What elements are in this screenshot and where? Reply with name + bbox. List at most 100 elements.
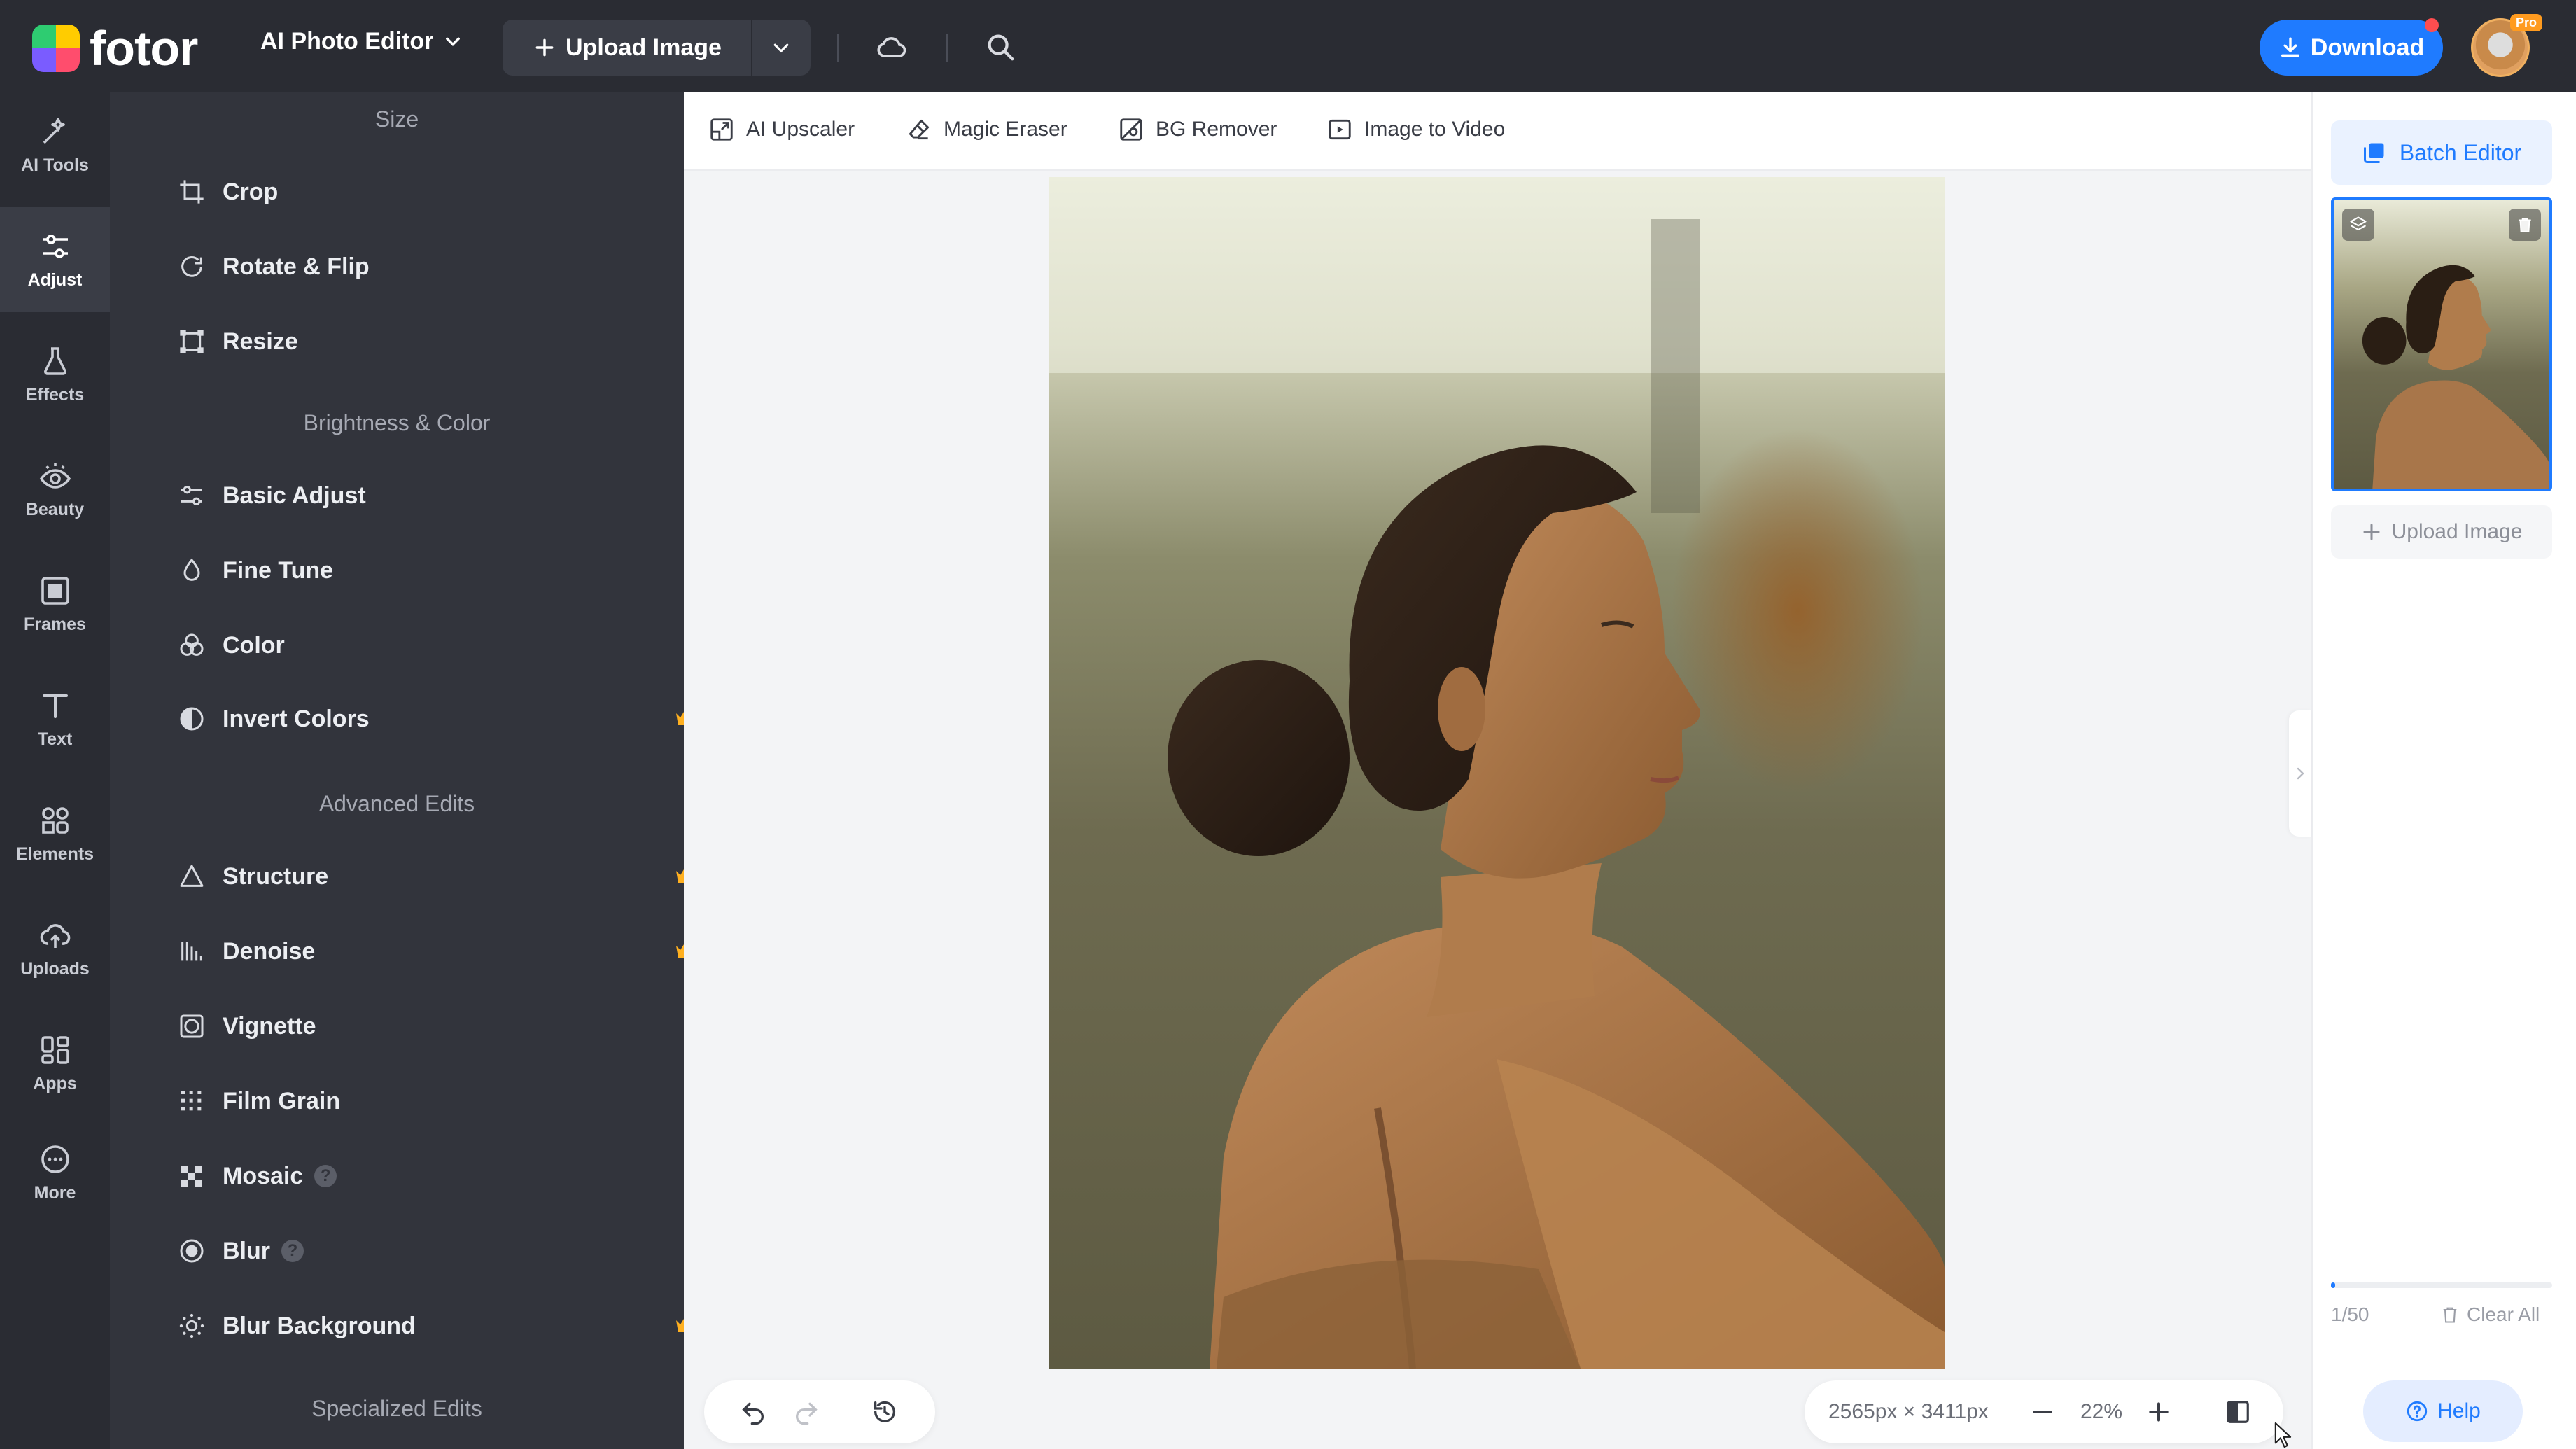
- rail-item-ai-tools[interactable]: AI Tools: [0, 92, 110, 197]
- ai-upscaler-button[interactable]: AI Upscaler: [708, 116, 855, 143]
- tool-label: Color: [223, 631, 285, 659]
- tool-fine-tune[interactable]: Fine Tune: [176, 539, 740, 602]
- tool-color[interactable]: Color: [176, 614, 740, 677]
- chevron-down-icon: [446, 37, 461, 46]
- download-label: Download: [2310, 34, 2425, 61]
- rail-label: Uploads: [20, 958, 90, 979]
- video-icon: [1329, 119, 1351, 140]
- chevron-right-icon: [2297, 767, 2304, 780]
- tool-blur[interactable]: Blur ?: [176, 1219, 740, 1282]
- logo-text: fotor: [90, 21, 198, 76]
- help-button[interactable]: Help: [2363, 1380, 2523, 1442]
- trash-icon[interactable]: [2509, 209, 2541, 241]
- tool-film-grain[interactable]: Film Grain: [176, 1070, 740, 1133]
- tool-label: Blur Background: [223, 1312, 416, 1339]
- image-dimensions: 2565px × 3411px: [1828, 1400, 1989, 1423]
- color-circles-icon: [180, 634, 204, 656]
- undo-icon[interactable]: [739, 1398, 767, 1426]
- upload-image-button[interactable]: Upload Image: [503, 20, 751, 76]
- clear-all-button[interactable]: Clear All: [2440, 1303, 2540, 1326]
- tool-label: Basic Adjust: [223, 482, 366, 509]
- batch-upload-label: Upload Image: [2391, 520, 2523, 543]
- tool-label: Fine Tune: [223, 556, 334, 584]
- chevron-down-icon: [774, 43, 789, 53]
- eye-icon: [39, 463, 71, 489]
- clear-all-label: Clear All: [2467, 1303, 2540, 1325]
- rail-item-beauty[interactable]: Beauty: [0, 437, 110, 542]
- batch-upload-image-button[interactable]: Upload Image: [2331, 505, 2552, 559]
- download-icon: [2281, 37, 2300, 57]
- bg-remover-icon: [1120, 118, 1142, 141]
- tool-resize[interactable]: Resize: [176, 310, 740, 373]
- fotor-logo[interactable]: fotor: [32, 21, 198, 76]
- vignette-icon: [180, 1014, 204, 1038]
- sliders-icon: [181, 486, 202, 505]
- tool-structure[interactable]: Structure: [176, 845, 740, 908]
- image-thumbnail[interactable]: [2331, 197, 2552, 491]
- editor-mode-label: AI Photo Editor: [260, 28, 434, 55]
- shapes-icon: [41, 806, 69, 834]
- tool-vignette[interactable]: Vignette: [176, 995, 740, 1058]
- bg-remover-label: BG Remover: [1156, 118, 1278, 141]
- flask-icon: [43, 346, 66, 375]
- reset-history-icon[interactable]: [871, 1398, 899, 1426]
- tool-invert-colors[interactable]: Invert Colors: [176, 687, 743, 750]
- rail-item-elements[interactable]: Elements: [0, 781, 110, 886]
- tool-label: Structure: [223, 862, 329, 890]
- tool-denoise[interactable]: Denoise: [176, 920, 740, 983]
- help-question-icon[interactable]: ?: [314, 1165, 337, 1187]
- upload-image-group: Upload Image: [503, 20, 811, 76]
- bg-remover-button[interactable]: BG Remover: [1118, 116, 1277, 143]
- batch-editor-button[interactable]: Batch Editor: [2331, 120, 2552, 185]
- tool-label: Rotate & Flip: [223, 253, 370, 280]
- zoom-out-icon[interactable]: [2029, 1398, 2057, 1426]
- help-question-icon[interactable]: ?: [281, 1240, 304, 1262]
- tool-mosaic[interactable]: Mosaic ?: [176, 1144, 740, 1208]
- redo-icon[interactable]: [792, 1398, 820, 1426]
- zoom-in-icon[interactable]: [2145, 1398, 2173, 1426]
- rotate-icon: [181, 256, 202, 277]
- rail-label: Text: [37, 729, 73, 749]
- rail-item-effects[interactable]: Effects: [0, 322, 110, 427]
- image-to-video-button[interactable]: Image to Video: [1326, 116, 1505, 143]
- editor-mode-dropdown[interactable]: AI Photo Editor: [260, 28, 463, 55]
- top-divider: [946, 34, 948, 62]
- rail-item-apps[interactable]: Apps: [0, 1011, 110, 1116]
- fotor-logo-mark: [32, 24, 80, 72]
- cloud-icon[interactable]: [875, 31, 909, 64]
- rail-item-adjust[interactable]: Adjust: [0, 207, 110, 312]
- more-dots-icon: [41, 1144, 69, 1173]
- upload-options-button[interactable]: [752, 37, 811, 58]
- search-icon[interactable]: [984, 31, 1016, 63]
- rail-item-frames[interactable]: Frames: [0, 552, 110, 657]
- download-button[interactable]: Download: [2260, 20, 2443, 76]
- magic-eraser-button[interactable]: Magic Eraser: [906, 116, 1068, 143]
- eraser-icon: [909, 119, 930, 140]
- tool-crop[interactable]: Crop: [176, 160, 740, 223]
- section-title-specialized: Specialized Edits: [312, 1396, 482, 1421]
- photo-canvas[interactable]: [1049, 177, 1945, 1368]
- tool-blur-background[interactable]: Blur Background: [176, 1294, 740, 1357]
- batch-count: 1/50: [2331, 1303, 2370, 1325]
- zoom-level[interactable]: 22%: [2080, 1400, 2122, 1424]
- blur-background-icon: [179, 1313, 204, 1338]
- rail-item-more[interactable]: More: [0, 1120, 110, 1225]
- tool-label: Mosaic: [223, 1162, 304, 1189]
- tool-label: Crop: [223, 178, 279, 205]
- tool-label: Vignette: [223, 1012, 316, 1040]
- expand-right-panel-button[interactable]: [2289, 710, 2311, 836]
- tool-basic-adjust[interactable]: Basic Adjust: [176, 464, 740, 527]
- rail-item-uploads[interactable]: Uploads: [0, 896, 110, 1001]
- tool-rotate-flip[interactable]: Rotate & Flip: [176, 235, 740, 298]
- left-rail: AI Tools Adjust Effects Beauty Frames Te…: [0, 92, 110, 1449]
- rail-label: Effects: [25, 384, 85, 405]
- crop-icon: [180, 180, 204, 204]
- blur-icon: [180, 1239, 204, 1263]
- zoom-controls: 2565px × 3411px 22%: [1805, 1380, 2283, 1443]
- rail-item-text[interactable]: Text: [0, 666, 110, 771]
- layers-icon[interactable]: [2342, 209, 2374, 241]
- woman-profile-illustration: [1049, 177, 1945, 1368]
- pro-badge: Pro: [2510, 14, 2543, 31]
- plus-icon: [536, 38, 554, 57]
- compare-icon[interactable]: [2225, 1399, 2251, 1425]
